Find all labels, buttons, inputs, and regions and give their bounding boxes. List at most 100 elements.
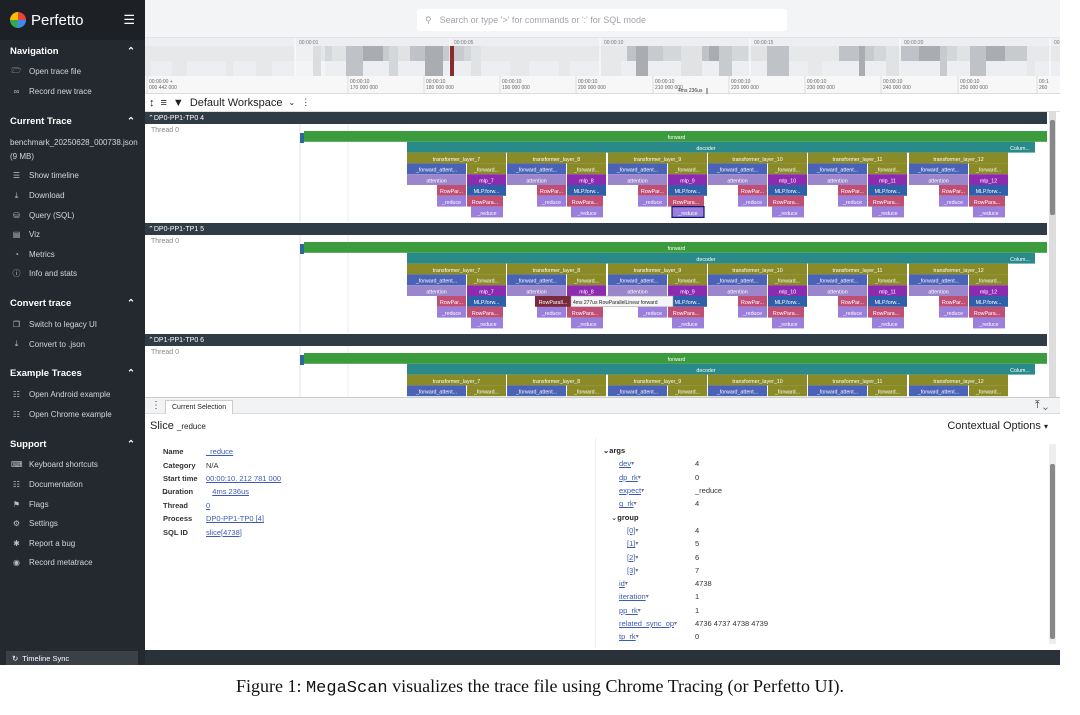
decoder-slice[interactable]: decoder: [407, 141, 1005, 153]
detail-value[interactable]: _reduce: [206, 447, 233, 456]
sidebar-section-title[interactable]: Navigation ⌃: [0, 40, 145, 62]
transformer-layer-slice[interactable]: transformer_layer_10: [708, 263, 807, 275]
sidebar-item[interactable]: ☷ Documentation: [0, 475, 145, 495]
args-header[interactable]: ⌄ args: [603, 444, 1043, 457]
arg-menu-icon[interactable]: ▾: [635, 527, 638, 534]
attention-slice[interactable]: attention: [708, 174, 767, 185]
reduce-slice-nested[interactable]: _reduce: [772, 317, 804, 329]
rowpar-slice[interactable]: RowPar...: [738, 296, 767, 307]
transformer-layer-slice[interactable]: transformer_layer_8: [507, 374, 606, 386]
detail-value[interactable]: 4ms 236us: [212, 487, 249, 496]
rowpara-slice[interactable]: RowPara...: [668, 306, 704, 318]
arg-key[interactable]: [2]: [627, 553, 635, 562]
reduce-slice[interactable]: _reduce: [738, 306, 767, 318]
overview-timeline[interactable]: 00:00:01 00:00:05 00:00:10 00:00:15 00:00:20…: [145, 38, 1060, 76]
reduce-slice[interactable]: _reduce: [437, 306, 466, 318]
reduce-slice[interactable]: _reduce: [537, 306, 566, 318]
transformer-layer-slice[interactable]: transformer_layer_7: [407, 374, 506, 386]
forward-attention-slice[interactable]: _forward_attent...: [708, 385, 767, 397]
transformer-layer-slice[interactable]: transformer_layer_12: [909, 263, 1008, 275]
rowpar-slice[interactable]: RowPar...: [537, 185, 566, 196]
forward-slice-small[interactable]: _forward...: [567, 274, 606, 286]
mlp-slice[interactable]: mlp_10: [768, 285, 807, 296]
mlp-forward-slice[interactable]: MLP.forw...: [668, 296, 707, 307]
chevron-up-icon[interactable]: ⌃: [127, 439, 135, 450]
forward-attention-slice[interactable]: _forward_attent...: [407, 274, 466, 286]
sidebar-item[interactable]: ◔ Metrics: [0, 245, 145, 265]
omnibox-search[interactable]: ⚲ Search or type '>' for commands or ':'…: [417, 9, 787, 31]
arg-menu-icon[interactable]: ▾: [674, 620, 677, 627]
reduce-slice[interactable]: _reduce: [738, 195, 767, 207]
attention-slice[interactable]: attention: [407, 174, 466, 185]
mlp-slice[interactable]: mlp_8: [567, 285, 606, 296]
reduce-slice-nested[interactable]: _reduce: [872, 317, 904, 329]
more-vert-icon[interactable]: ⋮: [301, 97, 310, 108]
hamburger-menu-icon[interactable]: ☰: [123, 12, 135, 28]
thread-track[interactable]: forward decoder Colum... transformer_layer_…: [145, 346, 1047, 397]
arg-menu-icon[interactable]: ▾: [631, 460, 634, 467]
tracks-scroll-thumb[interactable]: [1050, 120, 1055, 215]
forward-attention-slice[interactable]: _forward_attent...: [808, 385, 867, 397]
attention-slice[interactable]: attention: [909, 174, 968, 185]
time-ruler[interactable]: 00:00:00 +000 442 000 00:00:10 170 000 000…: [145, 76, 1060, 94]
workspace-title[interactable]: Default Workspace: [190, 97, 283, 109]
rowpar-slice[interactable]: RowPar...: [638, 185, 667, 196]
transformer-layer-slice[interactable]: transformer_layer_10: [708, 374, 807, 386]
forward-slice-small[interactable]: _forward...: [969, 163, 1008, 175]
forward-slice-small[interactable]: _forward...: [868, 385, 907, 397]
forward-slice-small[interactable]: _forward...: [969, 274, 1008, 286]
chevron-up-icon[interactable]: ⌃: [127, 116, 135, 127]
chevron-up-icon[interactable]: ⌃: [127, 368, 135, 379]
attention-slice[interactable]: attention: [507, 174, 566, 185]
forward-slice[interactable]: forward: [304, 242, 1047, 253]
mlp-slice[interactable]: mlp_10: [768, 174, 807, 185]
forward-slice[interactable]: forward: [304, 353, 1047, 364]
arg-key[interactable]: g_rk: [619, 499, 634, 508]
forward-slice-small[interactable]: _forward...: [768, 274, 807, 286]
arg-menu-icon[interactable]: ▾: [634, 500, 637, 507]
mlp-forward-slice[interactable]: MLP.forw...: [969, 185, 1008, 196]
rowpara-slice[interactable]: RowPara...: [567, 306, 603, 318]
flamegraph[interactable]: forward decoder Colum... transformer_layer_…: [145, 346, 1047, 397]
arg-menu-icon[interactable]: ▾: [635, 567, 638, 574]
process-track-header[interactable]: ⌃ DP0-PP1-TP1 5: [145, 223, 1047, 235]
arg-menu-icon[interactable]: ▾: [638, 607, 641, 614]
arg-key[interactable]: group: [617, 513, 638, 522]
transformer-layer-slice[interactable]: transformer_layer_9: [608, 263, 707, 275]
sidebar-item[interactable]: ⤓ Convert to .json: [0, 334, 145, 354]
transformer-layer-slice[interactable]: transformer_layer_11: [808, 263, 907, 275]
forward-attention-slice[interactable]: _forward_attent...: [608, 385, 667, 397]
reduce-slice-nested[interactable]: _reduce: [872, 206, 904, 218]
chevron-up-icon[interactable]: ⌃: [127, 298, 135, 309]
arg-menu-icon[interactable]: ▾: [636, 633, 639, 640]
mlp-forward-slice[interactable]: MLP.forw...: [567, 185, 606, 196]
forward-slice-small[interactable]: _forward...: [768, 163, 807, 175]
arg-key[interactable]: expect: [619, 486, 641, 495]
rowpar-slice[interactable]: RowPar...: [838, 296, 867, 307]
sidebar-item[interactable]: ∞ Record new trace: [0, 82, 145, 102]
sidebar-item[interactable]: ❐ Switch to legacy UI: [0, 315, 145, 335]
thread-track[interactable]: forward decoder Colum... transformer_layer_…: [145, 124, 1047, 222]
transformer-layer-slice[interactable]: transformer_layer_10: [708, 152, 807, 164]
sidebar-item[interactable]: ⌨ Keyboard shortcuts: [0, 455, 145, 475]
contextual-options-button[interactable]: Contextual Options ▾: [947, 420, 1048, 432]
collapse-all-icon[interactable]: ↕: [149, 97, 155, 109]
rowpara-slice[interactable]: RowPara...: [467, 195, 503, 207]
arg-key[interactable]: related_sync_op: [619, 619, 674, 628]
arg-menu-icon[interactable]: ▾: [638, 474, 641, 481]
attention-slice[interactable]: attention: [507, 285, 566, 296]
mlp-forward-slice[interactable]: MLP.forw...: [868, 296, 907, 307]
detail-value[interactable]: 00:00:10. 212 781 000: [206, 474, 281, 483]
tab-current-selection[interactable]: Current Selection: [165, 400, 234, 414]
arg-key[interactable]: dev: [619, 459, 631, 468]
reduce-slice-nested[interactable]: _reduce: [571, 317, 603, 329]
reduce-slice-nested[interactable]: _reduce: [571, 206, 603, 218]
column-slice[interactable]: Colum...: [1005, 363, 1035, 375]
rowpara-slice[interactable]: RowPara...: [668, 195, 704, 207]
forward-slice-small[interactable]: _forward...: [868, 163, 907, 175]
forward-attention-slice[interactable]: _forward_attent...: [608, 163, 667, 175]
attention-slice[interactable]: attention: [407, 285, 466, 296]
rowpara-slice[interactable]: RowPara...: [969, 306, 1005, 318]
rowpar-slice[interactable]: RowPar...: [838, 185, 867, 196]
mlp-slice[interactable]: mlp_9: [668, 285, 707, 296]
